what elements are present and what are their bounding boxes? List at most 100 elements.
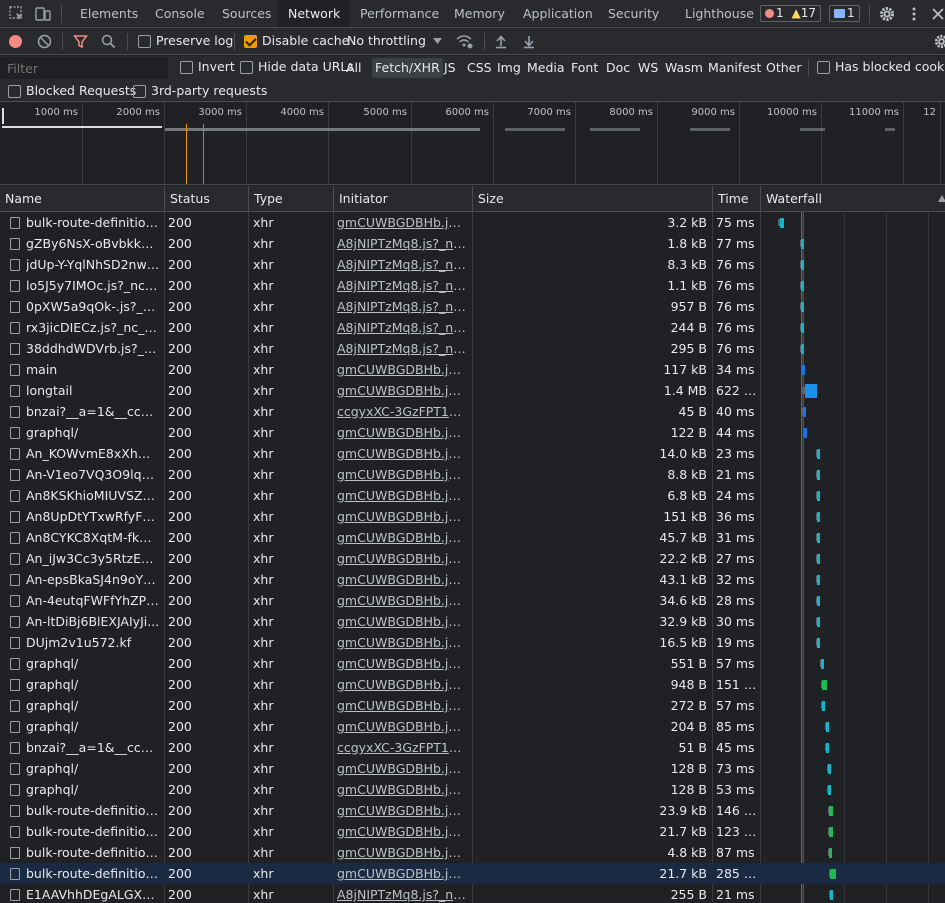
request-initiator-link[interactable]: gmCUWBGDBHb.js?_... <box>337 821 467 842</box>
has-blocked-cookies-checkbox[interactable] <box>817 61 830 74</box>
throttling-select[interactable]: No throttling <box>347 33 426 48</box>
request-row[interactable]: graphql/200 xhr gmCUWBGDBHb.js?_... 551 B 57… <box>0 653 945 674</box>
request-initiator-link[interactable]: gmCUWBGDBHb.js?_... <box>337 842 467 863</box>
more-options-icon[interactable] <box>905 5 923 23</box>
tab-elements[interactable]: Elements <box>70 0 148 27</box>
chevron-down-icon[interactable] <box>433 38 442 45</box>
request-initiator-link[interactable]: gmCUWBGDBHb.js?_... <box>337 611 467 632</box>
request-initiator-link[interactable]: gmCUWBGDBHb.js?_... <box>337 674 467 695</box>
request-row[interactable]: E1AAVhhDEgALGXZK... 200 xhr A8jNIPTzMq8.js?… <box>0 884 945 903</box>
request-initiator-link[interactable]: gmCUWBGDBHb.js?_... <box>337 464 467 485</box>
request-row[interactable]: DUjm2v1u572.kf 200 xhr gmCUWBGDBHb.js?_... 1… <box>0 632 945 653</box>
request-initiator-link[interactable]: A8jNIPTzMq8.js?_nc_... <box>337 884 467 903</box>
settings-gear-icon[interactable] <box>878 5 896 23</box>
request-initiator-link[interactable]: gmCUWBGDBHb.js?_... <box>337 779 467 800</box>
request-initiator-link[interactable]: gmCUWBGDBHb.js?_... <box>337 506 467 527</box>
request-initiator-link[interactable]: gmCUWBGDBHb.js?_... <box>337 653 467 674</box>
filter-type-manifest[interactable]: Manifest <box>705 58 764 78</box>
filter-type-img[interactable]: Img <box>494 58 524 78</box>
disable-cache-checkbox[interactable] <box>244 35 257 48</box>
filter-type-doc[interactable]: Doc <box>603 58 633 78</box>
request-row[interactable]: gZBy6NsX-oBvbkkQv... 200 xhr A8jNIPTzMq8.js… <box>0 233 945 254</box>
tab-performance[interactable]: Performance <box>350 0 449 27</box>
filter-type-other[interactable]: Other <box>763 58 805 78</box>
tab-security[interactable]: Security <box>598 0 669 27</box>
request-row[interactable]: bulk-route-definitions/200 xhr gmCUWBGDBHb… <box>0 863 945 884</box>
column-header-initiator[interactable]: Initiator <box>333 186 472 211</box>
request-row[interactable]: lo5J5y7IMOc.js?_nc_x... 200 xhr A8jNIPTzMq8… <box>0 275 945 296</box>
request-row[interactable]: graphql/200 xhr gmCUWBGDBHb.js?_... 122 B 44… <box>0 422 945 443</box>
request-initiator-link[interactable]: gmCUWBGDBHb.js?_... <box>337 569 467 590</box>
hide-data-urls-checkbox[interactable] <box>240 61 253 74</box>
request-row[interactable]: bnzai?__a=1&__ccg=E... 200 xhr ccgyxXC-3GzF… <box>0 401 945 422</box>
invert-checkbox[interactable] <box>180 61 193 74</box>
request-initiator-link[interactable]: gmCUWBGDBHb.js?_... <box>337 212 467 233</box>
column-header-status[interactable]: Status <box>164 186 248 211</box>
issues-counter[interactable]: 1 ▲17 <box>760 5 821 22</box>
tab-lighthouse[interactable]: Lighthouse <box>675 0 764 27</box>
request-initiator-link[interactable]: gmCUWBGDBHb.js?_... <box>337 800 467 821</box>
request-row[interactable]: bulk-route-definitions/200 xhr gmCUWBGDBHb… <box>0 212 945 233</box>
preserve-log-checkbox[interactable] <box>138 35 151 48</box>
tab-sources[interactable]: Sources <box>212 0 281 27</box>
filter-type-font[interactable]: Font <box>568 58 601 78</box>
request-initiator-link[interactable]: gmCUWBGDBHb.js?_... <box>337 380 467 401</box>
column-header-time[interactable]: Time <box>712 186 760 211</box>
sort-ascending-icon[interactable] <box>938 195 945 202</box>
request-initiator-link[interactable]: gmCUWBGDBHb.js?_... <box>337 485 467 506</box>
messages-counter[interactable]: 1 <box>829 5 860 22</box>
request-row[interactable]: An-epsBkaSJ4n9oYH6... 200 xhr gmCUWBGDBHb.j… <box>0 569 945 590</box>
network-settings-gear-icon[interactable] <box>933 33 945 50</box>
request-initiator-link[interactable]: gmCUWBGDBHb.js?_... <box>337 632 467 653</box>
tab-network[interactable]: Network <box>278 0 351 27</box>
request-initiator-link[interactable]: gmCUWBGDBHb.js?_... <box>337 443 467 464</box>
column-header-size[interactable]: Size <box>472 186 712 211</box>
filter-type-js[interactable]: JS <box>441 58 459 78</box>
third-party-requests-checkbox[interactable] <box>133 85 146 98</box>
request-row[interactable]: An8CYKC8XqtM-fkmX... 200 xhr gmCUWBGDBHb.js… <box>0 527 945 548</box>
request-row[interactable]: An8UpDtYTxwRfyFUA... 200 xhr gmCUWBGDBHb.js… <box>0 506 945 527</box>
request-row[interactable]: An_KOWvmE8xXhWb... 200 xhr gmCUWBGDBHb.js?_… <box>0 443 945 464</box>
request-row[interactable]: An-4eutqFWFfYhZPQ... 200 xhr gmCUWBGDBHb.js… <box>0 590 945 611</box>
request-row[interactable]: graphql/200 xhr gmCUWBGDBHb.js?_... 128 B 73… <box>0 758 945 779</box>
network-conditions-icon[interactable] <box>455 33 474 50</box>
record-stop-icon[interactable] <box>9 35 22 48</box>
tab-application[interactable]: Application <box>513 0 603 27</box>
tab-console[interactable]: Console <box>145 0 215 27</box>
request-row[interactable]: 38ddhdWDVrb.js?_nc_... 200 xhr A8jNIPTzMq8.… <box>0 338 945 359</box>
request-initiator-link[interactable]: gmCUWBGDBHb.js?_... <box>337 758 467 779</box>
request-row[interactable]: longtail 200 xhr gmCUWBGDBHb.js?_... 1.4 MB 6… <box>0 380 945 401</box>
request-row[interactable]: An8KSKhioMIUVSZ4N... 200 xhr gmCUWBGDBHb.js… <box>0 485 945 506</box>
request-initiator-link[interactable]: A8jNIPTzMq8.js?_nc_... <box>337 317 467 338</box>
filter-input[interactable] <box>0 57 168 79</box>
filter-type-all[interactable]: All <box>343 58 365 78</box>
close-devtools-icon[interactable] <box>929 5 945 23</box>
request-initiator-link[interactable]: A8jNIPTzMq8.js?_nc_... <box>337 254 467 275</box>
request-initiator-link[interactable]: gmCUWBGDBHb.js?_... <box>337 359 467 380</box>
request-initiator-link[interactable]: gmCUWBGDBHb.js?_... <box>337 422 467 443</box>
request-initiator-link[interactable]: gmCUWBGDBHb.js?_... <box>337 716 467 737</box>
request-initiator-link[interactable]: A8jNIPTzMq8.js?_nc_... <box>337 338 467 359</box>
request-initiator-link[interactable]: A8jNIPTzMq8.js?_nc_... <box>337 275 467 296</box>
column-header-waterfall[interactable]: Waterfall <box>760 186 945 211</box>
request-row[interactable]: bulk-route-definitions/200 xhr gmCUWBGDBHb… <box>0 821 945 842</box>
request-row[interactable]: bnzai?__a=1&__ccg=E... 200 xhr ccgyxXC-3GzF… <box>0 737 945 758</box>
request-row[interactable]: graphql/200 xhr gmCUWBGDBHb.js?_... 128 B 53… <box>0 779 945 800</box>
filter-type-css[interactable]: CSS <box>464 58 495 78</box>
export-har-icon[interactable] <box>522 34 536 49</box>
request-row[interactable]: An-ltDiBj6BlEXJAIyJi... 200 xhr gmCUWBGDBHb… <box>0 611 945 632</box>
request-row[interactable]: graphql/200 xhr gmCUWBGDBHb.js?_... 948 B 15… <box>0 674 945 695</box>
request-initiator-link[interactable]: ccgyxXC-3GzFPT1xdp... <box>337 401 467 422</box>
filter-type-media[interactable]: Media <box>524 58 568 78</box>
request-row[interactable]: An-V1eo7VQ3O9lqK2... 200 xhr gmCUWBGDBHb.js… <box>0 464 945 485</box>
request-initiator-link[interactable]: gmCUWBGDBHb.js?_... <box>337 548 467 569</box>
request-row[interactable]: bulk-route-definitions/200 xhr gmCUWBGDBHb… <box>0 842 945 863</box>
import-har-icon[interactable] <box>494 34 508 49</box>
column-header-type[interactable]: Type <box>248 186 333 211</box>
blocked-requests-checkbox[interactable] <box>8 85 21 98</box>
request-initiator-link[interactable]: A8jNIPTzMq8.js?_nc_... <box>337 233 467 254</box>
request-row[interactable]: graphql/200 xhr gmCUWBGDBHb.js?_... 204 B 85… <box>0 716 945 737</box>
inspect-element-icon[interactable] <box>8 5 26 23</box>
request-initiator-link[interactable]: gmCUWBGDBHb.js?_... <box>337 527 467 548</box>
request-row[interactable]: 0pXW5a9qOk-.js?_nc_... 200 xhr A8jNIPTzMq8.… <box>0 296 945 317</box>
